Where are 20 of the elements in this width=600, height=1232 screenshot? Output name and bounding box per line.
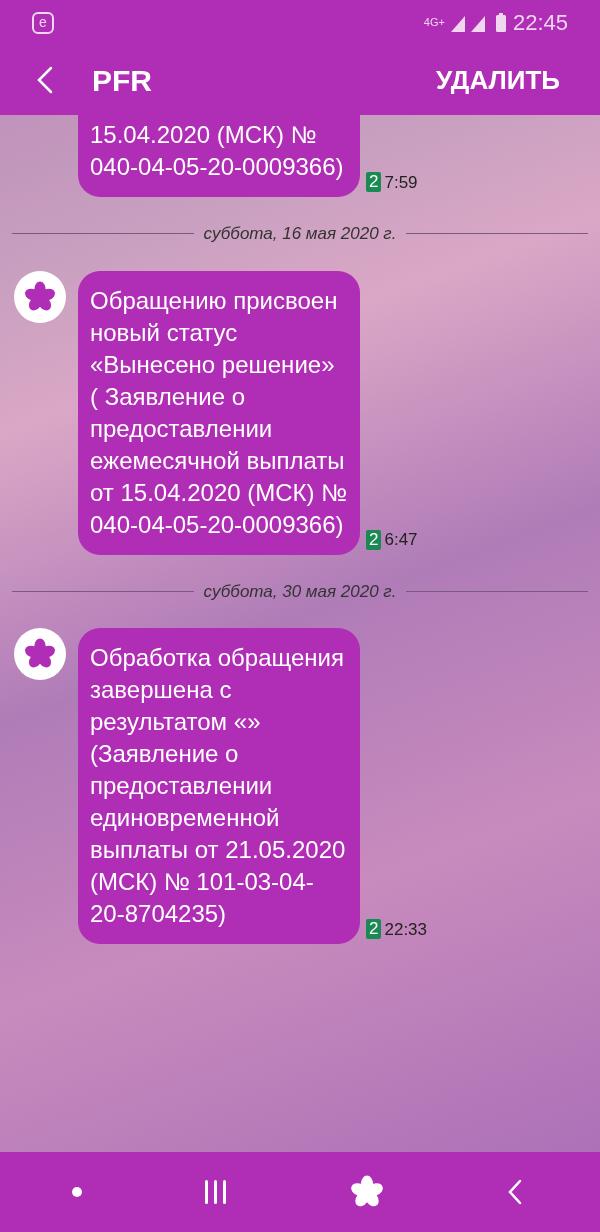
clock: 22:45 <box>512 9 568 37</box>
network-type: 4G+ <box>423 15 445 31</box>
back-icon <box>508 1179 523 1205</box>
date-separator: суббота, 30 мая 2020 г. <box>203 580 397 603</box>
message-time: 7:59 <box>384 171 418 194</box>
message-text: Обращению присвоен новый статус «Вынесено решение» ( Заявление о предоставлении ежемесячной выплаты от 15.04.2020 (МСК) № 040-04-05-20-0009366) <box>90 286 347 538</box>
message-text: Обработка обращения завершена с результатом «» (Заявление о предоставлении единовременной выплаты от 21.05.2020 (МСК) № 101-03-04-20-8704235) <box>90 644 346 927</box>
date-separator: суббота, 16 мая 2020 г. <box>203 223 397 245</box>
delete-button[interactable]: УДАЛИТЬ <box>436 60 560 100</box>
sim-badge: 2 <box>366 529 382 550</box>
message-time: 22:33 <box>384 918 427 941</box>
back-icon <box>37 66 53 94</box>
message-time: 6:47 <box>384 529 418 551</box>
recent-apps-button[interactable] <box>204 1180 226 1204</box>
sim-badge: 2 <box>366 919 382 940</box>
message-text: 15.04.2020 (МСК) № 040-04-05-20-0009366) <box>90 121 344 180</box>
sim-badge: 2 <box>366 172 382 193</box>
conversation-title: PFR <box>92 62 152 99</box>
notification-icon: e <box>32 11 54 34</box>
battery-icon <box>494 12 507 33</box>
